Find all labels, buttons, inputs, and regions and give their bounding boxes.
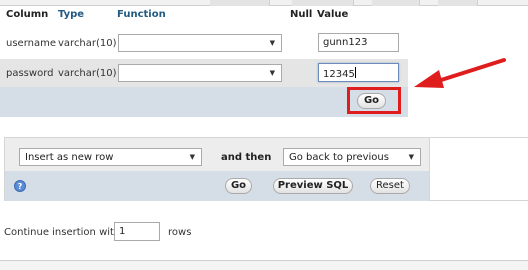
chevron-down-icon: ▼ xyxy=(408,153,414,161)
null-header: Null xyxy=(290,9,313,20)
reset-button[interactable]: Reset xyxy=(370,178,410,194)
function-select[interactable]: ▼ xyxy=(118,64,282,82)
function-header[interactable]: Function xyxy=(117,9,166,20)
preview-sql-button[interactable]: Preview SQL xyxy=(273,178,353,194)
value-input[interactable]: gunn123 xyxy=(318,33,399,52)
function-select[interactable]: ▼ xyxy=(118,34,282,52)
go-button[interactable]: Go xyxy=(357,93,386,109)
tab-segment[interactable] xyxy=(210,0,270,6)
value-header: Value xyxy=(317,9,349,20)
continue-label: Continue insertion with xyxy=(4,227,121,238)
tab-segment[interactable] xyxy=(438,0,478,6)
insert-mode-select[interactable]: Insert as new row ▼ xyxy=(19,148,202,166)
go-button[interactable]: Go xyxy=(225,178,252,194)
column-name: username xyxy=(6,38,56,49)
rows-label: rows xyxy=(168,227,192,238)
insert-rows-count-input[interactable]: 1 xyxy=(114,222,160,241)
tab-segment[interactable] xyxy=(372,0,420,6)
action-panel-buttons xyxy=(5,171,429,201)
help-icon[interactable]: ? xyxy=(14,180,26,192)
column-type: varchar(10) xyxy=(58,38,117,49)
column-type: varchar(10) xyxy=(58,68,117,79)
value-input[interactable]: 12345 xyxy=(318,63,399,82)
type-header[interactable]: Type xyxy=(58,9,84,20)
column-header: Column xyxy=(6,9,49,20)
chevron-down-icon: ▼ xyxy=(269,39,275,47)
after-insert-select[interactable]: Go back to previous page ▼ xyxy=(283,148,421,166)
and-then-label: and then xyxy=(221,152,272,163)
chevron-down-icon: ▼ xyxy=(189,153,195,161)
panel-extension xyxy=(430,137,528,201)
chevron-down-icon: ▼ xyxy=(269,69,275,77)
red-arrow-icon xyxy=(414,58,506,88)
bottom-strip xyxy=(0,261,528,270)
column-name: password xyxy=(6,68,54,79)
tab-segment[interactable] xyxy=(292,0,354,6)
